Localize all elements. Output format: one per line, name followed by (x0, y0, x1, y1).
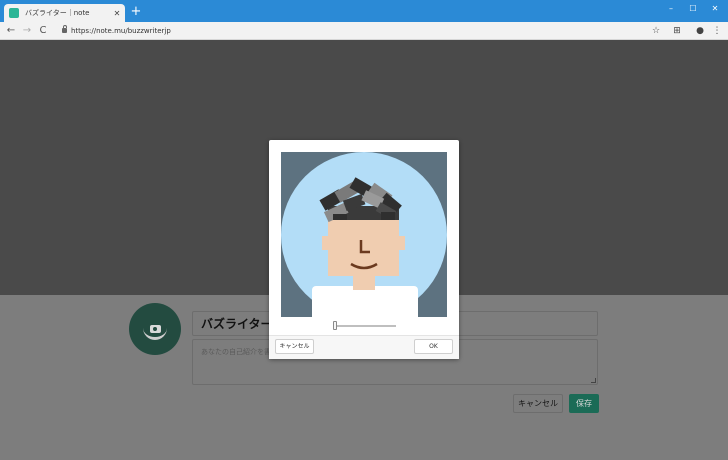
dialog-divider (269, 335, 459, 336)
new-tab-button[interactable]: + (130, 5, 142, 19)
bookmark-star-icon[interactable]: ☆ (649, 24, 663, 38)
save-button[interactable]: 保存 (569, 394, 599, 413)
profile-icon[interactable]: ● (693, 24, 707, 38)
maximize-button[interactable]: ☐ (686, 2, 700, 16)
menu-icon[interactable]: ⋮ (710, 24, 724, 38)
reload-icon[interactable]: C (36, 24, 50, 38)
dialog-cancel-button[interactable]: キャンセル (275, 339, 314, 354)
back-icon[interactable]: ← (4, 24, 18, 38)
crop-area[interactable] (281, 152, 447, 317)
tab-close-icon[interactable]: ✕ (111, 9, 123, 18)
dialog-footer: キャンセル OK (269, 335, 459, 359)
address-bar[interactable]: https://note.mu/buzzwriterjp (71, 25, 171, 37)
browser-toolbar: ← → C https://note.mu/buzzwriterjp ☆ ⊞ ●… (0, 22, 728, 40)
forward-icon[interactable]: → (20, 24, 34, 38)
camera-icon (150, 325, 161, 333)
resize-grip-icon[interactable] (591, 378, 596, 383)
lock-icon (62, 25, 67, 33)
browser-tab[interactable]: バズライター｜note ✕ (4, 4, 125, 22)
image-crop-dialog: キャンセル OK (269, 140, 459, 359)
minimize-button[interactable]: – (664, 2, 678, 16)
shirt-illustration (312, 286, 418, 317)
face-illustration (328, 214, 399, 276)
cancel-button[interactable]: キャンセル (513, 394, 563, 413)
avatar[interactable] (129, 303, 181, 355)
crop-image (281, 152, 447, 317)
tab-title: バズライター｜note (25, 9, 90, 17)
bio-placeholder: あなたの自己紹介を書 (201, 348, 271, 356)
close-window-button[interactable]: ✕ (708, 2, 722, 16)
extension-icon[interactable]: ⊞ (670, 24, 684, 38)
title-bar: バズライター｜note ✕ + – ☐ ✕ (0, 0, 728, 22)
zoom-slider-thumb[interactable] (333, 321, 337, 330)
zoom-slider-track[interactable] (333, 325, 396, 327)
zoom-slider[interactable] (333, 321, 396, 330)
note-favicon-icon (9, 8, 19, 18)
dialog-ok-button[interactable]: OK (414, 339, 453, 354)
